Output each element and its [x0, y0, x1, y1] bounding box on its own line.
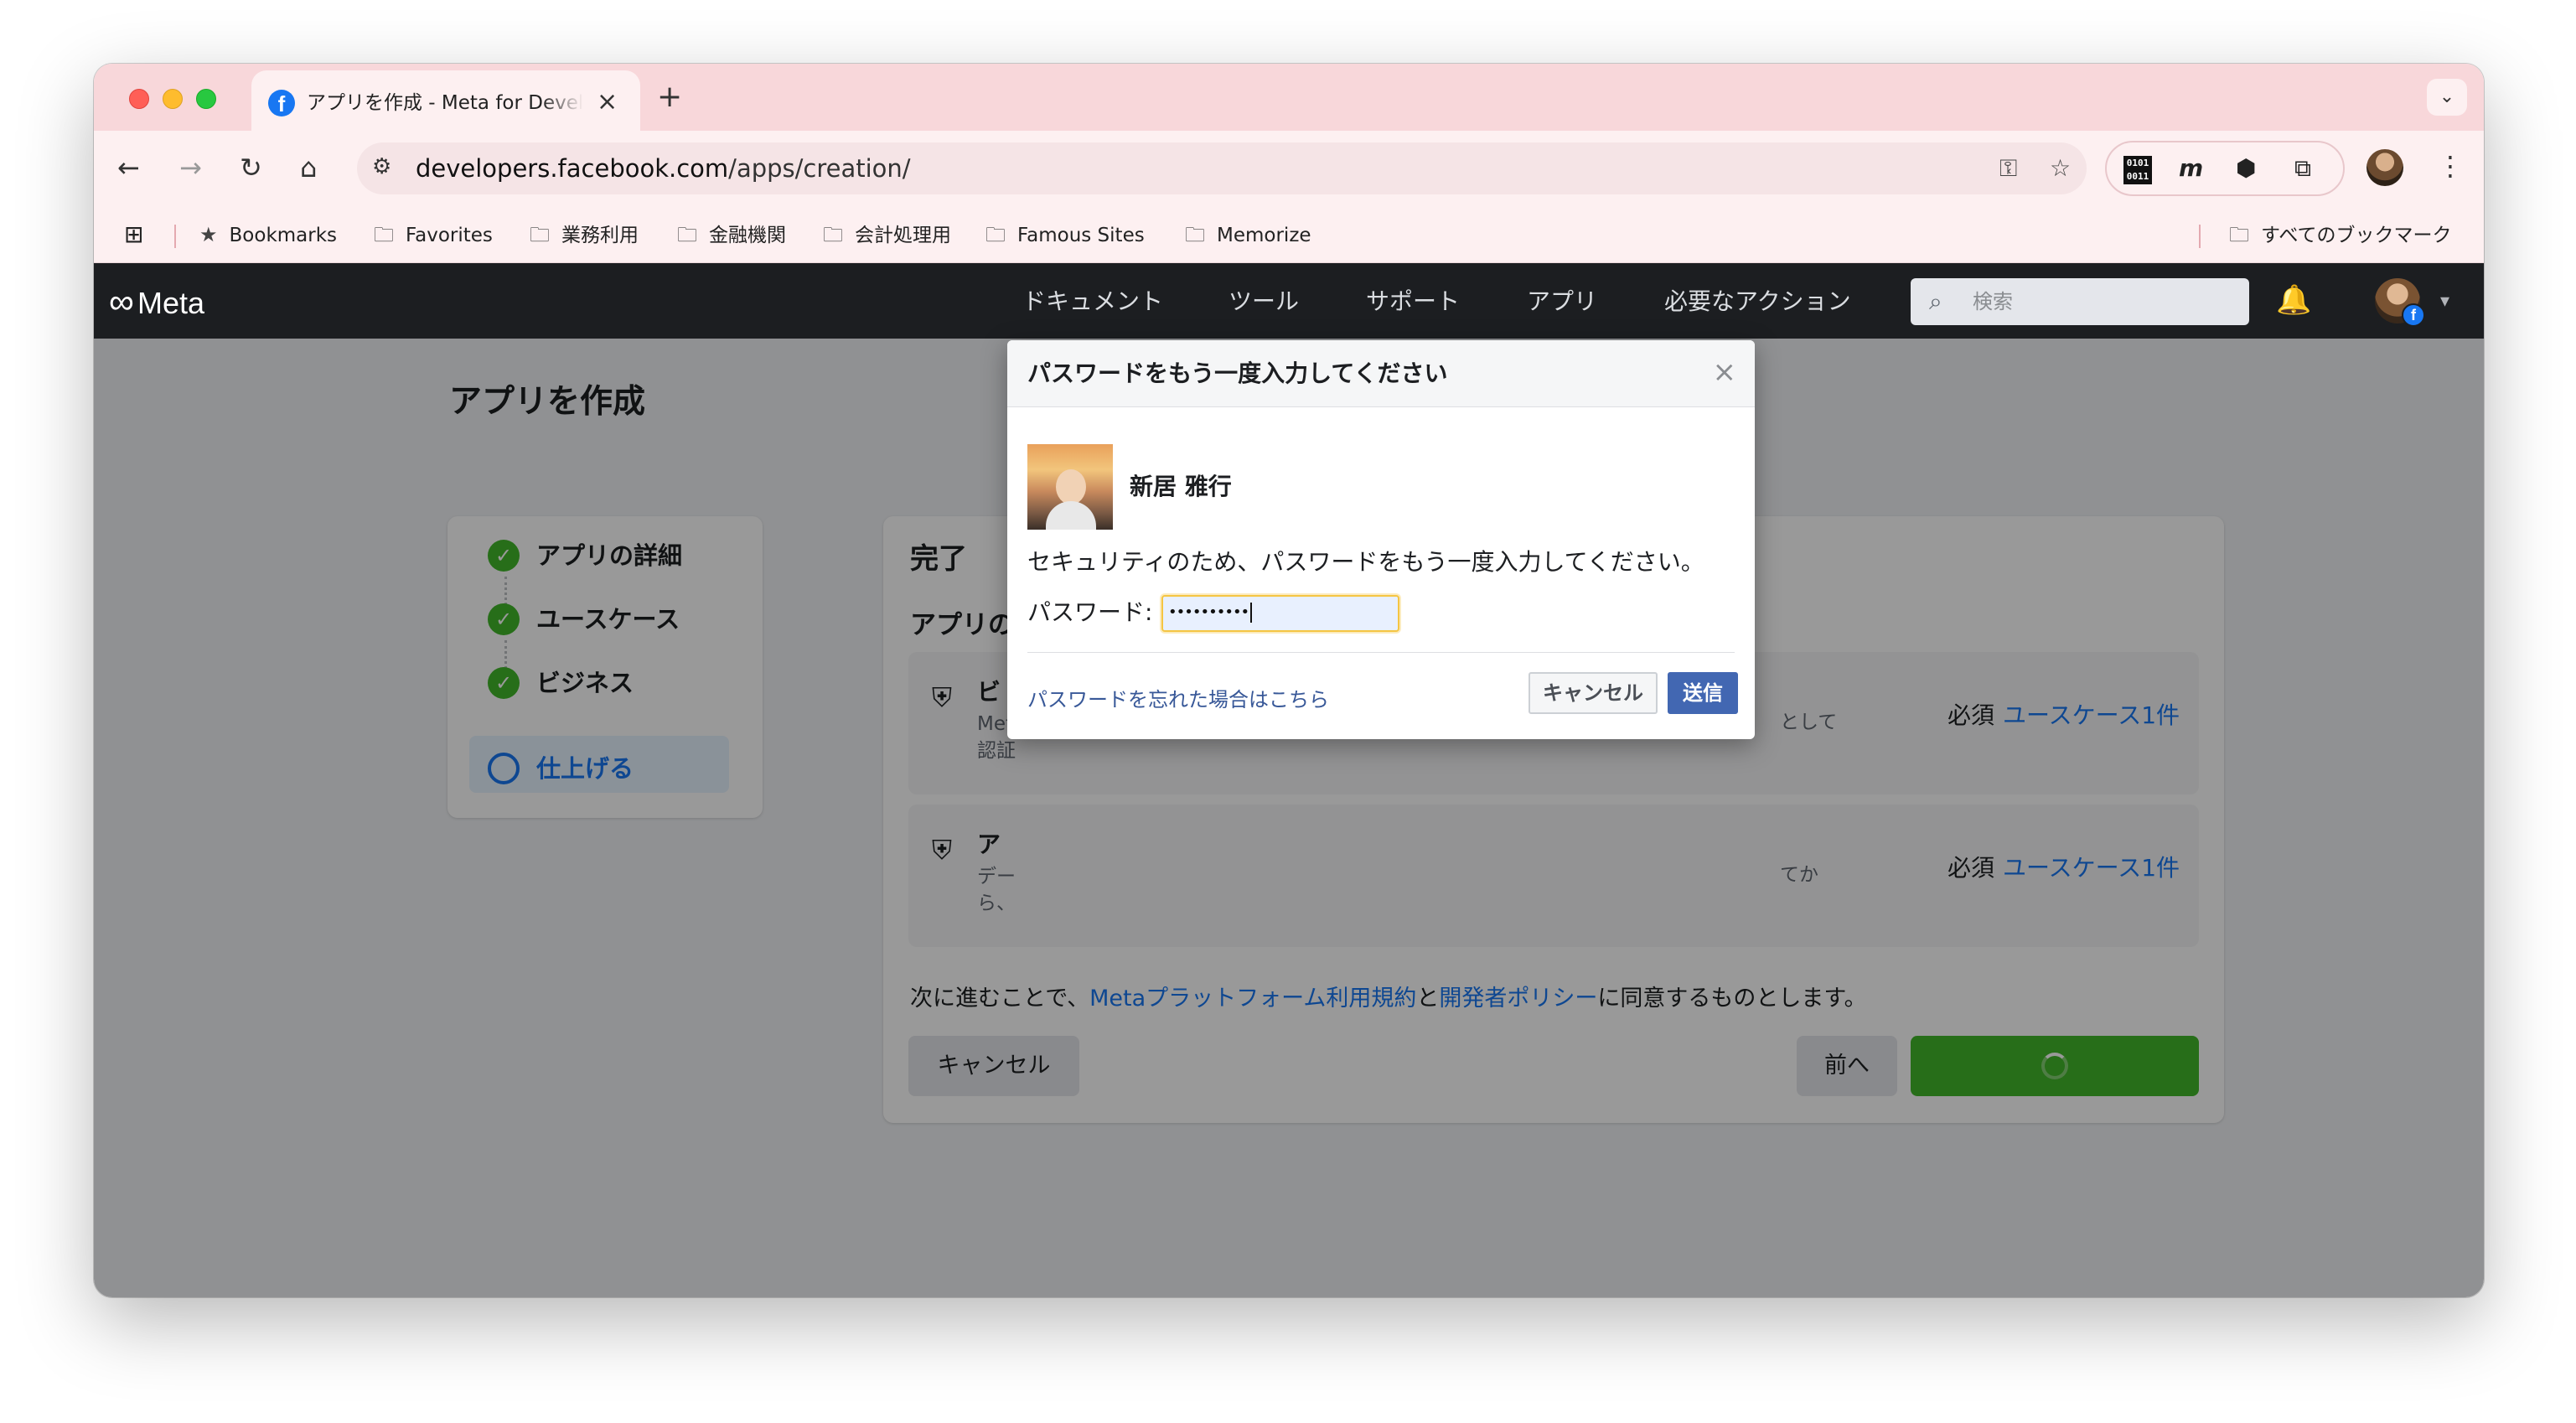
tab-strip: f アプリを作成 - Meta for Developers × + ⌄ [94, 64, 2484, 131]
key-icon[interactable]: ⚿ [1999, 154, 2017, 183]
text-caret [1250, 603, 1253, 623]
facebook-icon: f [268, 90, 295, 116]
submit-button[interactable]: 送信 [1668, 672, 1738, 714]
bookmarks-separator [2199, 225, 2201, 248]
tab-close-icon[interactable]: × [597, 87, 618, 117]
folder-icon: 🗀 [1185, 223, 1205, 246]
forgot-password-link[interactable]: パスワードを忘れた場合はこちら [1027, 686, 1329, 714]
folder-icon: 🗀 [823, 223, 843, 246]
folder-icon: 🗀 [374, 223, 394, 246]
puzzle-extensions-icon[interactable]: ⧉ [2294, 154, 2311, 183]
bookmark-star-icon[interactable]: ☆ [2050, 154, 2071, 183]
folder-icon: 🗀 [677, 223, 697, 246]
browser-window: f アプリを作成 - Meta for Developers × + ⌄ ← →… [94, 64, 2484, 1297]
bookmark-item-bookmarks[interactable]: ★ Bookmarks [199, 221, 337, 249]
folder-icon: 🗀 [2229, 223, 2249, 246]
password-input[interactable]: •••••••••• [1161, 595, 1399, 632]
dialog-title: パスワードをもう一度入力してください [1027, 360, 1448, 387]
bookmarks-bar: ⊞ ★ Bookmarks 🗀 Favorites 🗀 業務利用 🗀 金融機関 🗀 会計処… [94, 206, 2484, 263]
bookmark-item-famous-sites[interactable]: 🗀 Famous Sites [985, 221, 1145, 249]
binary-extension-icon[interactable]: 0101 0011 [2123, 156, 2152, 184]
more-menu-icon[interactable]: ⋮ [2437, 149, 2464, 183]
folder-icon: 🗀 [985, 223, 1006, 246]
folder-icon: 🗀 [530, 223, 550, 246]
reauth-dialog: パスワードをもう一度入力してください × 新居 雅行 セキュリティのため、パスワ… [1007, 340, 1755, 739]
m-extension-icon[interactable]: m [2179, 154, 2203, 183]
dialog-header: パスワードをもう一度入力してください × [1007, 340, 1755, 407]
url-text[interactable]: developers.facebook.com/apps/creation/ [416, 154, 911, 183]
back-arrow-icon[interactable]: ← [117, 151, 140, 184]
meta-search-input[interactable]: ⌕ 検索 [1911, 278, 2249, 325]
facebook-badge-icon: f [2402, 303, 2425, 327]
bookmark-item-memorize[interactable]: 🗀 Memorize [1185, 221, 1311, 249]
reload-icon[interactable]: ↻ [240, 151, 262, 184]
user-photo [1027, 444, 1113, 530]
new-tab-button[interactable]: + [657, 80, 682, 114]
nav-tools[interactable]: ツール [1229, 287, 1299, 317]
tab-title: アプリを作成 - Meta for Developers [307, 92, 583, 114]
minimize-window-button[interactable] [163, 89, 183, 109]
close-icon[interactable]: × [1713, 355, 1737, 389]
dialog-cancel-button[interactable]: キャンセル [1529, 672, 1658, 714]
photo-body [1046, 501, 1096, 530]
meta-infinity-icon: ∞ [109, 282, 134, 321]
password-label: パスワード: [1027, 598, 1153, 626]
forward-arrow-icon[interactable]: → [179, 151, 202, 184]
nav-support[interactable]: サポート [1366, 287, 1460, 317]
user-name: 新居 雅行 [1130, 473, 1232, 500]
browser-profile-avatar[interactable] [2367, 149, 2403, 186]
security-message: セキュリティのため、パスワードをもう一度入力してください。 [1027, 548, 1704, 576]
close-window-button[interactable] [129, 89, 149, 109]
dialog-divider [1027, 652, 1735, 653]
maximize-window-button[interactable] [196, 89, 216, 109]
tab-search-button[interactable]: ⌄ [2427, 79, 2467, 116]
home-icon[interactable]: ⌂ [300, 151, 317, 184]
notification-bell-icon[interactable]: 🔔 [2276, 283, 2311, 317]
bookmarks-separator [174, 225, 176, 248]
browser-toolbar: ← → ↻ ⌂ ⚙ developers.facebook.com/apps/c… [94, 131, 2484, 206]
photo-face [1056, 469, 1086, 505]
search-icon: ⌕ [1929, 287, 1942, 315]
address-bar[interactable]: ⚙ developers.facebook.com/apps/creation/… [357, 142, 2087, 194]
bookmark-item-business[interactable]: 🗀 業務利用 [530, 221, 639, 249]
meta-topbar: ∞ Meta ドキュメント ツール サポート アプリ 必要なアクション ⌕ 検索 … [94, 263, 2484, 339]
nav-required-actions[interactable]: 必要なアクション [1664, 287, 1851, 317]
account-caret-icon[interactable]: ▾ [2440, 290, 2449, 313]
nav-apps[interactable]: アプリ [1527, 287, 1597, 317]
apps-grid-icon[interactable]: ⊞ [124, 221, 143, 248]
cube-extension-icon[interactable]: ⬢ [2236, 154, 2256, 183]
bookmark-item-accounting[interactable]: 🗀 会計処理用 [823, 221, 951, 249]
site-settings-icon[interactable]: ⚙ [372, 154, 391, 179]
bookmark-item-finance[interactable]: 🗀 金融機関 [677, 221, 786, 249]
meta-logo[interactable]: ∞ Meta [109, 282, 204, 321]
nav-docs[interactable]: ドキュメント [1022, 287, 1163, 317]
bookmark-item-favorites[interactable]: 🗀 Favorites [374, 221, 493, 249]
star-icon: ★ [199, 223, 218, 246]
browser-tab-active[interactable]: f アプリを作成 - Meta for Developers × [251, 70, 640, 131]
extensions-group: 0101 0011 m ⬢ ⧉ [2105, 141, 2345, 196]
all-bookmarks-folder[interactable]: 🗀 すべてのブックマーク [2229, 221, 2451, 249]
